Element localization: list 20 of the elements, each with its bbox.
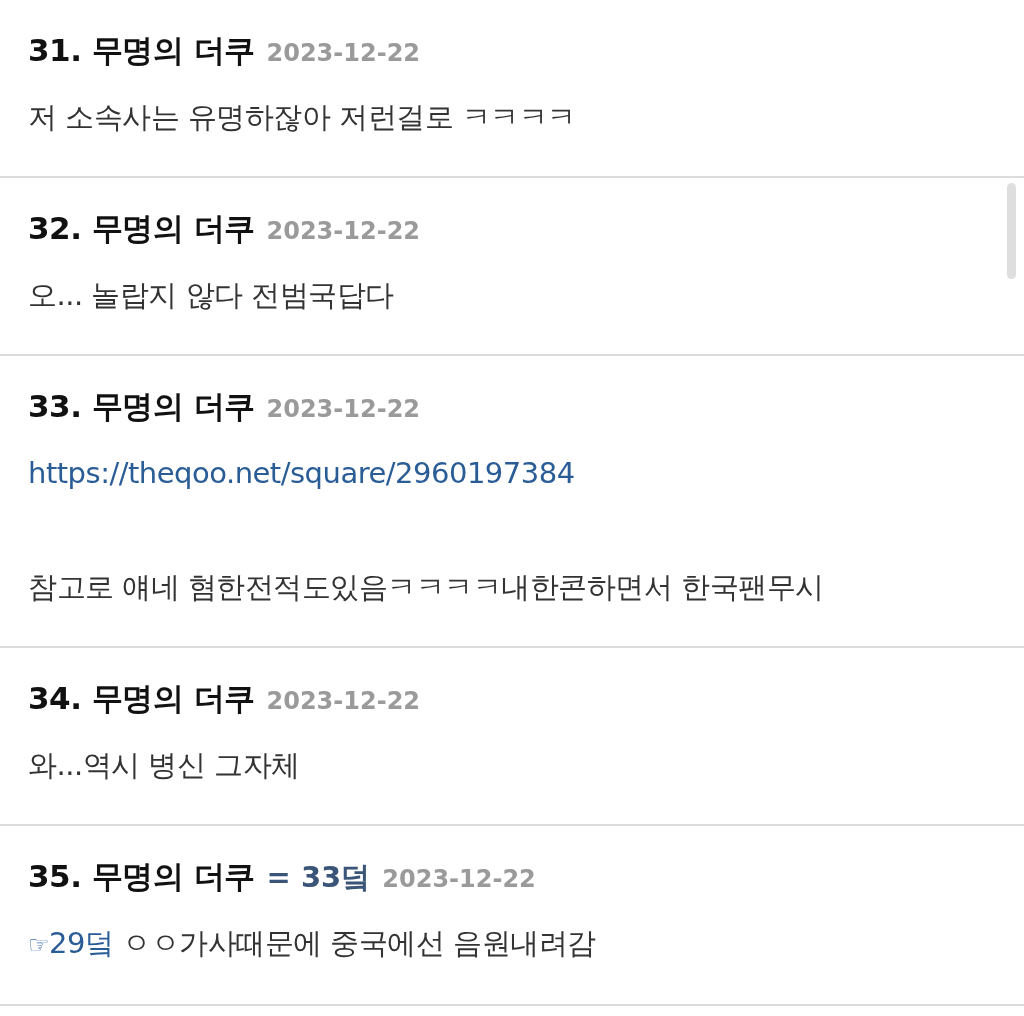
comment-text: 와...역시 병신 그자체 (28, 747, 301, 784)
comment-text: 저 소속사는 유명하잖아 저런걸로 ㅋㅋㅋㅋ (28, 99, 577, 136)
comment-date: 2023-12-22 (266, 38, 421, 69)
comment-author: 32. 무명의 더쿠 (28, 209, 255, 248)
comment-date: 2023-12-22 (266, 686, 421, 717)
comment-author: 35. 무명의 더쿠 (28, 857, 255, 896)
comment-author: 31. 무명의 더쿠 (28, 31, 255, 70)
reference-link[interactable]: 29덬 (49, 926, 114, 960)
comment-date: 2023-12-22 (382, 864, 536, 895)
reply-target-link[interactable]: = 33덬 (266, 855, 371, 899)
scrollbar-thumb[interactable] (1007, 183, 1016, 279)
pointer-icon: ☞ (28, 931, 49, 959)
comment-date: 2023-12-22 (266, 216, 421, 247)
comment-author: 33. 무명의 더쿠 (28, 387, 255, 426)
comment-text: ☞29덬 ㅇㅇ가사때문에 중국에선 음원내려감 (28, 925, 597, 962)
comment-text: 오... 놀랍지 않다 전범국답다 (28, 277, 395, 314)
comment-text: 참고로 얘네 혐한전적도있음ㅋㅋㅋㅋ내한콘하면서 한국팬무시 (28, 569, 825, 606)
reference-link[interactable]: https://theqoo.net/square/2960197384 (28, 456, 575, 490)
comment-author: 34. 무명의 더쿠 (28, 679, 255, 718)
comment-date: 2023-12-22 (266, 394, 421, 425)
